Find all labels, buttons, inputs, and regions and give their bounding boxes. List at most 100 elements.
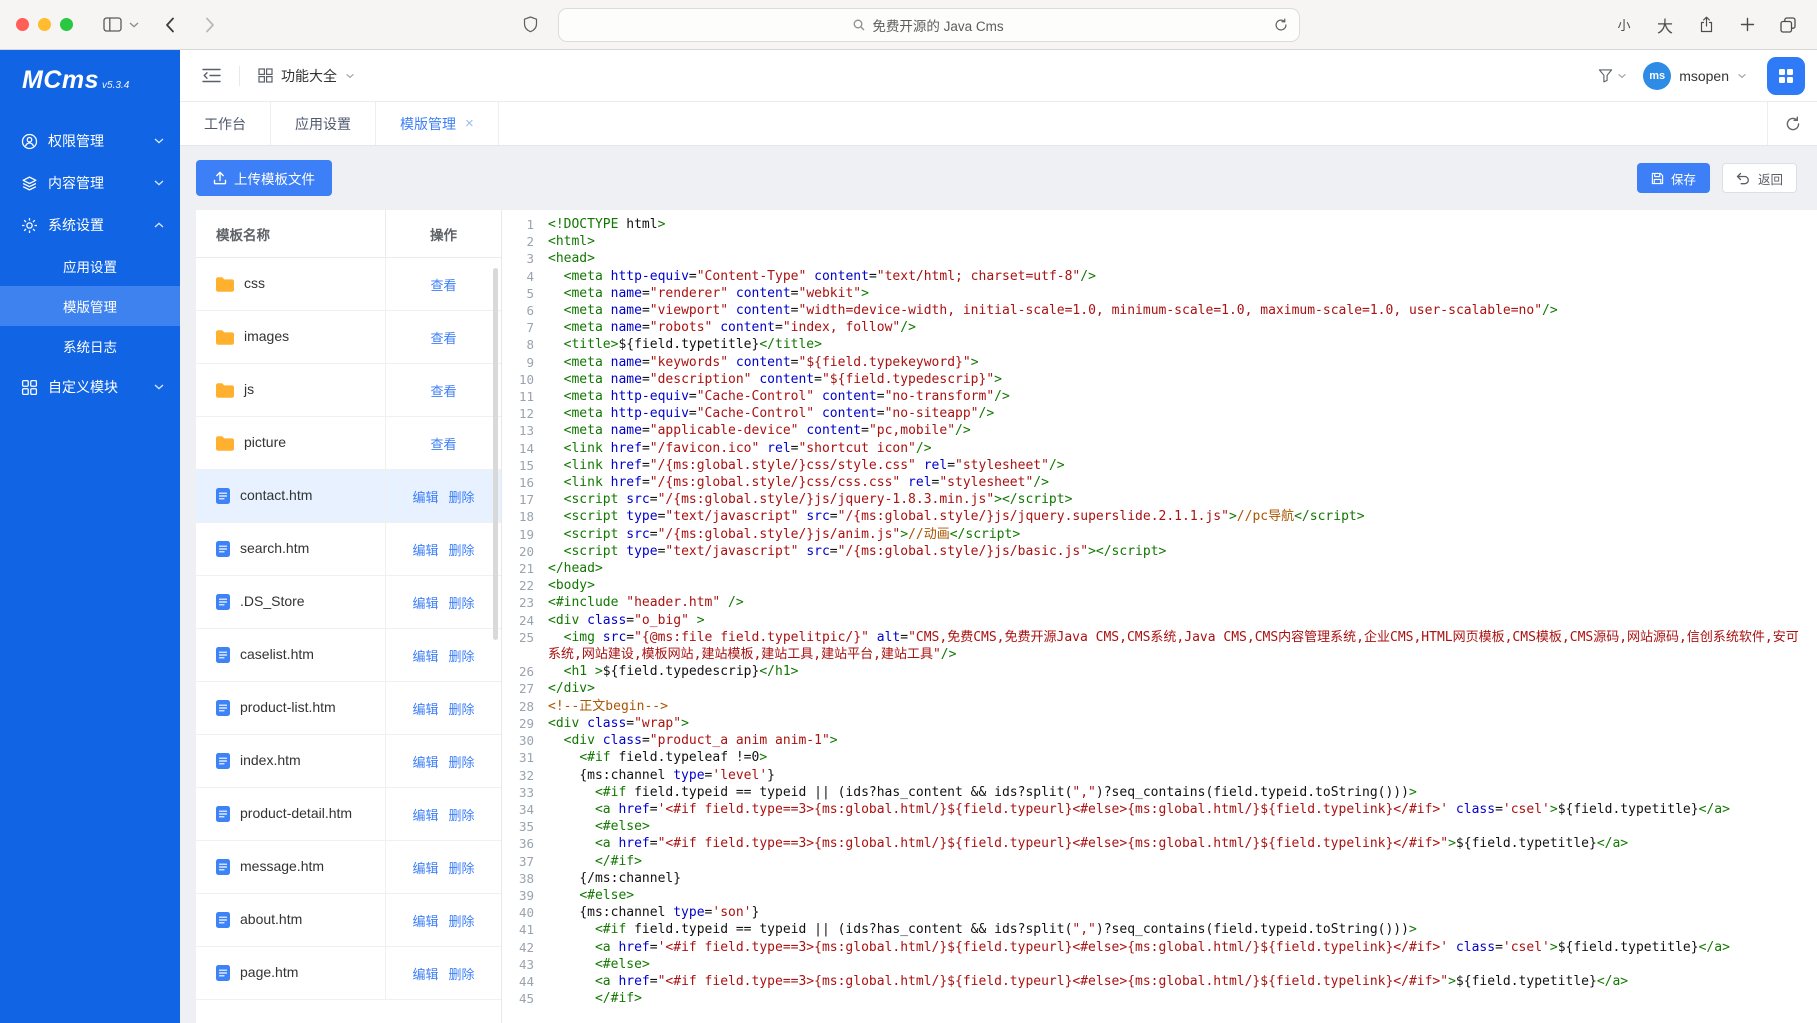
code-line[interactable]: 26 <h1 >${field.typedescrip}</h1> [502,663,1817,680]
code-line[interactable]: 28<!--正文begin--> [502,698,1817,715]
code-line[interactable]: 11 <meta http-equiv="Cache-Control" cont… [502,388,1817,405]
view-link[interactable]: 查看 [430,434,456,453]
code-line[interactable]: 18 <script type="text/javascript" src="/… [502,508,1817,525]
code-line[interactable]: 22<body> [502,577,1817,594]
file-row[interactable]: contact.htm编辑删除 [196,470,501,523]
forward-icon[interactable] [197,11,223,39]
code-line[interactable]: 5 <meta name="renderer" content="webkit"… [502,285,1817,302]
delete-link[interactable]: 删除 [449,911,475,930]
code-line[interactable]: 30 <div class="product_a anim anim-1"> [502,732,1817,749]
edit-link[interactable]: 编辑 [412,858,438,877]
file-row[interactable]: caselist.htm编辑删除 [196,629,501,682]
delete-link[interactable]: 删除 [449,752,475,771]
text-larger-icon[interactable]: 大 [1652,11,1678,39]
file-row[interactable]: product-detail.htm编辑删除 [196,788,501,841]
view-link[interactable]: 查看 [430,275,456,294]
file-list-scrollbar-thumb[interactable] [493,268,498,640]
tab-app-settings[interactable]: 应用设置 [271,102,376,145]
shield-icon[interactable] [518,11,544,39]
code-line[interactable]: 23<#include "header.htm" /> [502,594,1817,611]
delete-link[interactable]: 删除 [449,540,475,559]
delete-link[interactable]: 删除 [449,858,475,877]
code-line[interactable]: 14 <link href="/favicon.ico" rel="shortc… [502,440,1817,457]
save-button[interactable]: 保存 [1637,163,1710,193]
close-window-button[interactable] [16,18,29,31]
file-row[interactable]: .DS_Store编辑删除 [196,576,501,629]
new-tab-icon[interactable] [1734,11,1760,39]
code-line[interactable]: 43 <#else> [502,956,1817,973]
code-line[interactable]: 33 <#if field.typeid == typeid || (ids?h… [502,784,1817,801]
sidebar-item-system-settings[interactable]: 系统设置 [0,204,180,246]
code-line[interactable]: 39 <#else> [502,887,1817,904]
view-link[interactable]: 查看 [430,328,456,347]
back-icon[interactable] [157,11,183,39]
collapse-sidebar-icon[interactable] [202,68,221,83]
sidebar-subitem-template-manage[interactable]: 模版管理 [0,286,180,326]
view-link[interactable]: 查看 [430,381,456,400]
text-smaller-icon[interactable]: 小 [1611,11,1637,39]
code-line[interactable]: 1<!DOCTYPE html> [502,216,1817,233]
code-line[interactable]: 35 <#else> [502,818,1817,835]
sidebar-item-custom-modules[interactable]: 自定义模块 [0,366,180,408]
tab-refresh-button[interactable] [1767,102,1817,145]
edit-link[interactable]: 编辑 [412,699,438,718]
code-line[interactable]: 6 <meta name="viewport" content="width=d… [502,302,1817,319]
code-line[interactable]: 8 <title>${field.typetitle}</title> [502,336,1817,353]
code-line[interactable]: 41 <#if field.typeid == typeid || (ids?h… [502,921,1817,938]
share-icon[interactable] [1693,11,1719,39]
sidebar-subitem-app-settings[interactable]: 应用设置 [0,246,180,286]
file-row[interactable]: images查看 [196,311,501,364]
code-line[interactable]: 16 <link href="/{ms:global.style/}css/cs… [502,474,1817,491]
delete-link[interactable]: 删除 [449,964,475,983]
code-line[interactable]: 36 <a href="<#if field.type==3>{ms:globa… [502,835,1817,852]
code-line[interactable]: 38 {/ms:channel} [502,870,1817,887]
code-line[interactable]: 13 <meta name="applicable-device" conten… [502,422,1817,439]
delete-link[interactable]: 删除 [449,646,475,665]
reload-icon[interactable] [1274,18,1288,32]
code-line[interactable]: 17 <script src="/{ms:global.style/}js/jq… [502,491,1817,508]
chevron-down-icon[interactable] [129,22,139,28]
code-line[interactable]: 44 <a href="<#if field.type==3>{ms:globa… [502,973,1817,990]
code-line[interactable]: 34 <a href='<#if field.type==3>{ms:globa… [502,801,1817,818]
edit-link[interactable]: 编辑 [412,911,438,930]
code-line[interactable]: 45 </#if> [502,990,1817,1007]
close-icon[interactable]: × [465,116,474,131]
code-line[interactable]: 27</div> [502,680,1817,697]
file-row[interactable]: message.htm编辑删除 [196,841,501,894]
code-line[interactable]: 25 <img src="{@ms:file field.typelitpic/… [502,629,1817,663]
code-line[interactable]: 19 <script src="/{ms:global.style/}js/an… [502,526,1817,543]
code-line[interactable]: 37 </#if> [502,853,1817,870]
file-row[interactable]: css查看 [196,258,501,311]
sidebar-toggle-icon[interactable] [99,11,125,39]
sidebar-subitem-system-logs[interactable]: 系统日志 [0,326,180,366]
minimize-window-button[interactable] [38,18,51,31]
apps-launcher-button[interactable] [1767,57,1805,95]
code-line[interactable]: 20 <script type="text/javascript" src="/… [502,543,1817,560]
code-line[interactable]: 32 {ms:channel type='level'} [502,767,1817,784]
code-line[interactable]: 10 <meta name="description" content="${f… [502,371,1817,388]
delete-link[interactable]: 删除 [449,805,475,824]
tab-workbench[interactable]: 工作台 [180,102,271,145]
filter-menu[interactable] [1598,68,1627,83]
tab-overview-icon[interactable] [1775,11,1801,39]
code-line[interactable]: 9 <meta name="keywords" content="${field… [502,354,1817,371]
file-row[interactable]: about.htm编辑删除 [196,894,501,947]
code-line[interactable]: 12 <meta http-equiv="Cache-Control" cont… [502,405,1817,422]
file-row[interactable]: js查看 [196,364,501,417]
code-line[interactable]: 24<div class="o_big" > [502,612,1817,629]
address-bar[interactable]: 免费开源的 Java Cms [558,8,1300,42]
code-line[interactable]: 7 <meta name="robots" content="index, fo… [502,319,1817,336]
edit-link[interactable]: 编辑 [412,487,438,506]
all-features-menu[interactable]: 功能大全 [258,66,355,86]
code-line[interactable]: 15 <link href="/{ms:global.style/}css/st… [502,457,1817,474]
upload-template-button[interactable]: 上传模板文件 [196,160,332,196]
edit-link[interactable]: 编辑 [412,805,438,824]
edit-link[interactable]: 编辑 [412,964,438,983]
back-button[interactable]: 返回 [1722,163,1797,193]
delete-link[interactable]: 删除 [449,487,475,506]
code-line[interactable]: 31 <#if field.typeleaf !=0> [502,749,1817,766]
user-menu[interactable]: ms msopen [1643,62,1747,90]
code-line[interactable]: 42 <a href='<#if field.type==3>{ms:globa… [502,939,1817,956]
sidebar-item-permissions[interactable]: 权限管理 [0,120,180,162]
sidebar-item-content[interactable]: 内容管理 [0,162,180,204]
